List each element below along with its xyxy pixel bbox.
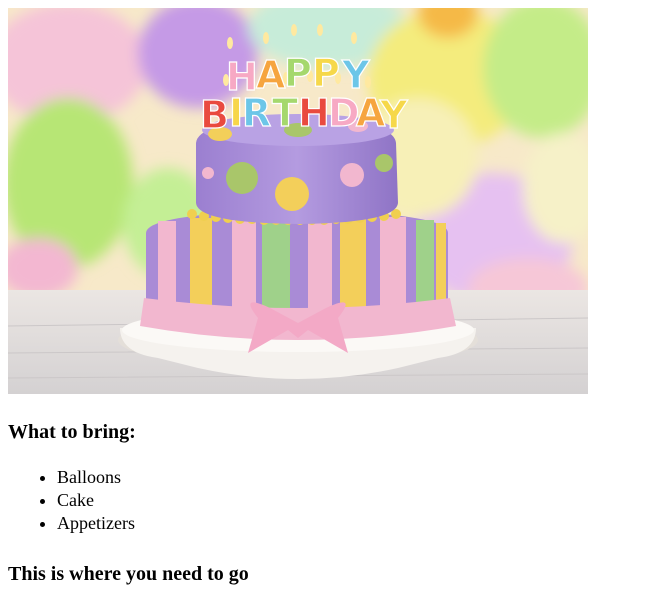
list-item-appetizers: Appetizers <box>57 512 135 535</box>
where-to-go-heading: This is where you need to go <box>8 563 249 585</box>
svg-text:H: H <box>298 91 330 135</box>
svg-text:P: P <box>284 51 312 95</box>
svg-text:B: B <box>200 93 229 137</box>
bring-list: Balloons Cake Appetizers <box>8 466 135 535</box>
what-to-bring-heading: What to bring: <box>8 421 136 443</box>
svg-text:D: D <box>328 91 360 135</box>
svg-text:Y: Y <box>379 93 408 137</box>
birthday-cake-image: H A P P Y B I R T H D A Y <box>8 8 588 394</box>
cake-illustration: H A P P Y B I R T H D A Y <box>8 8 588 394</box>
svg-text:P: P <box>312 51 340 95</box>
list-item-cake: Cake <box>57 489 135 512</box>
svg-text:T: T <box>272 91 298 135</box>
list-item-balloons: Balloons <box>57 466 135 489</box>
svg-text:R: R <box>242 91 271 135</box>
